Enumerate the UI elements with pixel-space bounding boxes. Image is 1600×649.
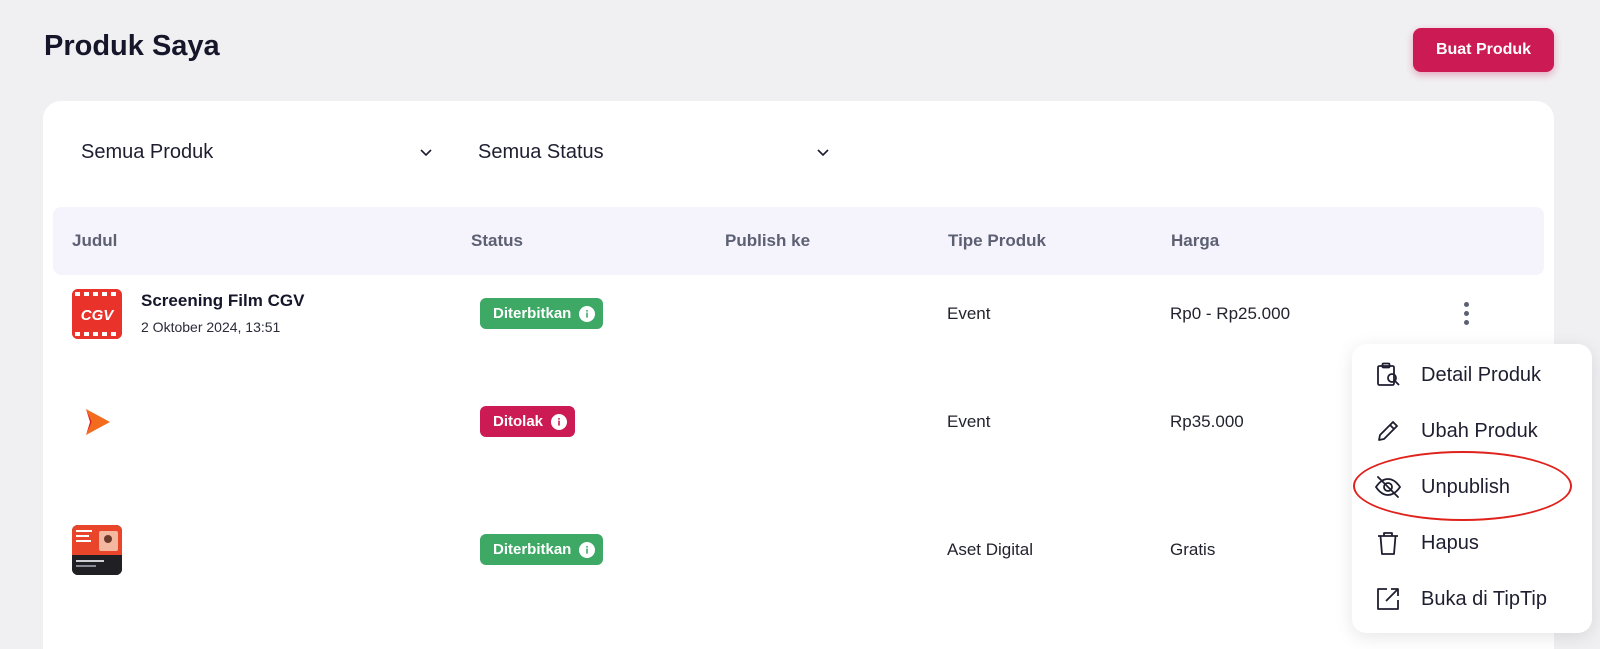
table-row[interactable]: CGV Screening Film CGV 2 Oktober 2024, 1… [43,289,1554,389]
play-logo-icon [86,409,110,435]
create-product-button[interactable]: Buat Produk [1413,28,1554,72]
table-row[interactable]: Ditolak Event Rp35.000 [43,397,1554,497]
menu-item-delete[interactable]: Hapus [1352,515,1592,571]
chevron-down-icon [420,149,432,157]
status-badge-label: Diterbitkan [493,541,572,558]
product-filter-value: Semua Produk [81,140,214,163]
product-thumbnail: CGV [72,289,122,339]
table-header: Judul Status Publish ke Tipe Produk Harg… [53,207,1544,275]
column-header-title: Judul [72,231,118,250]
menu-item-label: Unpublish [1421,475,1510,498]
menu-item-detail-product[interactable]: Detail Produk [1352,347,1592,403]
product-thumbnail [72,397,122,447]
menu-item-unpublish[interactable]: Unpublish [1352,459,1592,515]
info-icon[interactable] [551,413,568,430]
svg-text:CGV: CGV [81,307,116,324]
table-row[interactable]: Diterbitkan Aset Digital Gratis [43,525,1554,625]
product-price: Rp35.000 [1170,412,1244,431]
status-badge-label: Ditolak [493,413,544,430]
products-card: Semua Produk Semua Status Judul Status P… [43,101,1554,649]
column-header-price: Harga [1171,231,1220,250]
product-type: Event [947,304,991,323]
status-filter-value: Semua Status [478,140,604,163]
product-title[interactable]: Screening Film CGV [141,291,304,311]
info-icon[interactable] [579,305,596,322]
menu-item-label: Buka di TipTip [1421,587,1547,610]
status-badge: Ditolak [480,406,576,437]
menu-item-open-tiptip[interactable]: Buka di TipTip [1352,571,1592,627]
trash-icon [1378,532,1398,555]
column-header-publish: Publish ke [725,231,811,250]
status-badge: Diterbitkan [480,534,604,565]
product-price: Rp0 - Rp25.000 [1170,304,1291,323]
menu-item-label: Hapus [1421,531,1479,554]
more-options-icon[interactable] [1454,298,1478,328]
cgv-logo-icon: CGV [72,289,122,339]
status-badge: Diterbitkan [480,298,604,329]
column-header-status: Status [471,231,523,250]
product-price: Gratis [1170,540,1216,559]
status-badge-label: Diterbitkan [493,305,572,322]
info-icon[interactable] [579,541,596,558]
clipboard-search-icon [1377,362,1400,386]
page-title: Produk Saya [44,30,220,62]
status-filter-select[interactable]: Semua Status [478,137,830,167]
external-link-icon [1377,588,1399,610]
product-type: Event [947,412,991,431]
menu-item-edit-product[interactable]: Ubah Produk [1352,403,1592,459]
digital-asset-thumbnail-icon [72,525,122,575]
pencil-icon [1378,421,1398,441]
menu-item-label: Ubah Produk [1421,419,1538,442]
menu-item-label: Detail Produk [1421,363,1542,386]
product-thumbnail [72,525,122,575]
chevron-down-icon [817,149,829,157]
product-type: Aset Digital [947,540,1033,559]
product-filter-select[interactable]: Semua Produk [81,137,433,167]
column-header-type: Tipe Produk [948,231,1046,250]
product-actions-menu: Detail Produk Ubah Produk Unpublish Hapu… [1352,344,1592,633]
eye-off-icon [1374,476,1402,498]
product-date: 2 Oktober 2024, 13:51 [141,319,281,335]
